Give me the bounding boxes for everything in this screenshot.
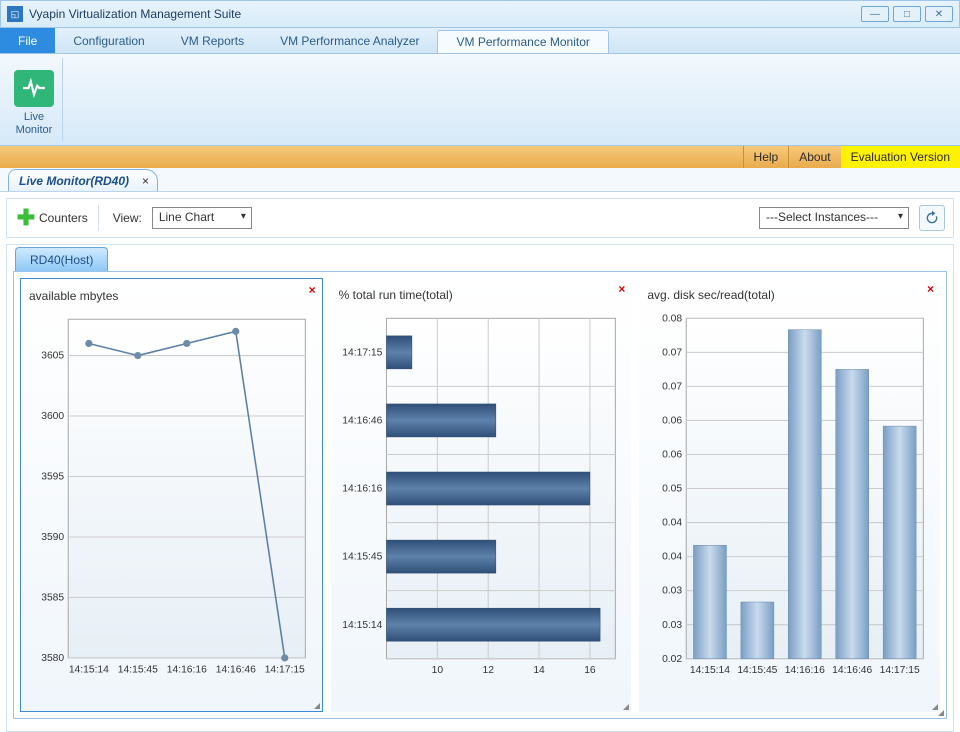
panel-close[interactable]: × — [309, 283, 316, 297]
svg-text:14:16:46: 14:16:46 — [216, 664, 256, 675]
maximize-button[interactable]: □ — [893, 6, 921, 22]
host-tab-row: RD40(Host) — [7, 245, 953, 271]
live-monitor-label: Live Monitor — [16, 111, 53, 137]
counters-label: Counters — [39, 211, 88, 225]
svg-text:14: 14 — [533, 665, 545, 676]
svg-text:0.07: 0.07 — [662, 347, 682, 358]
help-strip: Help About Evaluation Version — [0, 146, 960, 168]
document-tab-row: Live Monitor(RD40) × — [0, 168, 960, 192]
counters-button[interactable]: ✚ Counters — [15, 207, 88, 229]
svg-text:0.07: 0.07 — [662, 381, 682, 392]
heartbeat-icon — [21, 75, 47, 101]
svg-text:0.03: 0.03 — [662, 620, 682, 631]
instances-combo-value: ---Select Instances--- — [766, 210, 878, 224]
view-label: View: — [113, 211, 142, 225]
view-combo[interactable]: Line Chart — [152, 207, 252, 229]
evaluation-badge: Evaluation Version — [841, 146, 960, 168]
panel-total-run-time[interactable]: × % total run time(total) 14:17:15 14:16:… — [331, 278, 632, 712]
svg-text:0.08: 0.08 — [662, 313, 682, 324]
toolbar: ✚ Counters View: Line Chart ---Select In… — [6, 198, 954, 238]
doc-tab-live-monitor[interactable]: Live Monitor(RD40) × — [8, 169, 158, 191]
svg-text:3590: 3590 — [41, 532, 64, 543]
close-button[interactable]: ✕ — [925, 6, 953, 22]
svg-text:14:16:16: 14:16:16 — [167, 664, 207, 675]
plot-hbar-run-time: 14:17:15 14:16:46 14:16:16 14:15:45 14:15:14… — [337, 308, 626, 700]
app-title: Vyapin Virtualization Management Suite — [29, 7, 857, 21]
svg-text:14:16:46: 14:16:46 — [833, 665, 873, 676]
svg-text:14:17:15: 14:17:15 — [342, 347, 382, 358]
svg-text:14:17:15: 14:17:15 — [880, 665, 920, 676]
svg-text:0.03: 0.03 — [662, 586, 682, 597]
menu-file[interactable]: File — [0, 28, 55, 53]
svg-text:10: 10 — [431, 665, 443, 676]
panel-title: % total run time(total) — [339, 288, 624, 302]
svg-text:0.05: 0.05 — [662, 484, 682, 495]
svg-text:3595: 3595 — [41, 472, 64, 483]
svg-text:14:15:14: 14:15:14 — [342, 620, 382, 631]
panel-title: available mbytes — [29, 289, 314, 303]
panel-title: avg. disk sec/read(total) — [647, 288, 932, 302]
minimize-button[interactable]: — — [861, 6, 889, 22]
doc-tab-close[interactable]: × — [142, 174, 149, 188]
svg-text:0.06: 0.06 — [662, 416, 682, 427]
host-tab[interactable]: RD40(Host) — [15, 247, 108, 271]
refresh-icon — [924, 210, 940, 226]
svg-text:0.04: 0.04 — [662, 518, 682, 529]
svg-text:14:15:14: 14:15:14 — [690, 665, 730, 676]
ribbon: Live Monitor — [0, 54, 960, 146]
svg-text:0.04: 0.04 — [662, 552, 682, 563]
svg-text:3600: 3600 — [41, 411, 64, 422]
menu-vm-perf-monitor[interactable]: VM Performance Monitor — [437, 30, 608, 53]
svg-text:3580: 3580 — [41, 653, 64, 664]
ribbon-group-monitor: Live Monitor — [6, 58, 63, 141]
titlebar: ◱ Vyapin Virtualization Management Suite… — [0, 0, 960, 28]
menu-configuration[interactable]: Configuration — [55, 28, 162, 53]
panels: × available mbytes 358035853590359536003… — [13, 271, 947, 719]
panel-disk-sec-read[interactable]: × avg. disk sec/read(total) 0.02 0.03 0.03… — [639, 278, 940, 712]
resize-grip[interactable] — [621, 702, 629, 710]
instances-combo[interactable]: ---Select Instances--- — [759, 207, 909, 229]
svg-text:12: 12 — [482, 665, 494, 676]
svg-text:14:16:46: 14:16:46 — [342, 416, 382, 427]
svg-text:3605: 3605 — [41, 351, 64, 362]
plot-vbar-disk-read: 0.02 0.03 0.03 0.04 0.04 0.05 0.06 0.06 0.07 0.07… — [645, 308, 934, 700]
menu-vm-perf-analyzer[interactable]: VM Performance Analyzer — [262, 28, 437, 53]
plus-icon: ✚ — [15, 207, 37, 229]
svg-text:14:15:45: 14:15:45 — [342, 552, 382, 563]
svg-text:16: 16 — [584, 665, 596, 676]
about-link[interactable]: About — [788, 146, 840, 168]
panel-close[interactable]: × — [927, 282, 934, 296]
svg-text:0.02: 0.02 — [662, 654, 682, 665]
live-monitor-button[interactable] — [14, 70, 54, 107]
menu-vm-reports[interactable]: VM Reports — [163, 28, 262, 53]
app-icon: ◱ — [7, 6, 23, 22]
svg-text:3585: 3585 — [41, 593, 64, 604]
panel-available-mbytes[interactable]: × available mbytes 358035853590359536003… — [20, 278, 323, 712]
menubar: File Configuration VM Reports VM Perform… — [0, 28, 960, 54]
svg-text:14:15:14: 14:15:14 — [69, 664, 109, 675]
svg-text:14:15:45: 14:15:45 — [738, 665, 778, 676]
chart-area: RD40(Host) × available mbytes 3580358535… — [6, 244, 954, 732]
doc-tab-label: Live Monitor(RD40) — [19, 174, 129, 188]
svg-text:14:16:16: 14:16:16 — [342, 484, 382, 495]
help-link[interactable]: Help — [743, 146, 789, 168]
panels-resize-grip[interactable] — [936, 708, 944, 716]
refresh-button[interactable] — [919, 205, 945, 231]
resize-grip[interactable] — [312, 701, 320, 709]
svg-text:14:15:45: 14:15:45 — [118, 664, 158, 675]
panel-close[interactable]: × — [618, 282, 625, 296]
svg-text:14:17:15: 14:17:15 — [265, 664, 305, 675]
view-combo-value: Line Chart — [159, 210, 214, 224]
svg-text:0.06: 0.06 — [662, 450, 682, 461]
plot-line-available-mbytes: 3580 3585 3590 3595 3600 3605 14:15:14 14:15:4… — [27, 309, 316, 699]
svg-text:14:16:16: 14:16:16 — [785, 665, 825, 676]
